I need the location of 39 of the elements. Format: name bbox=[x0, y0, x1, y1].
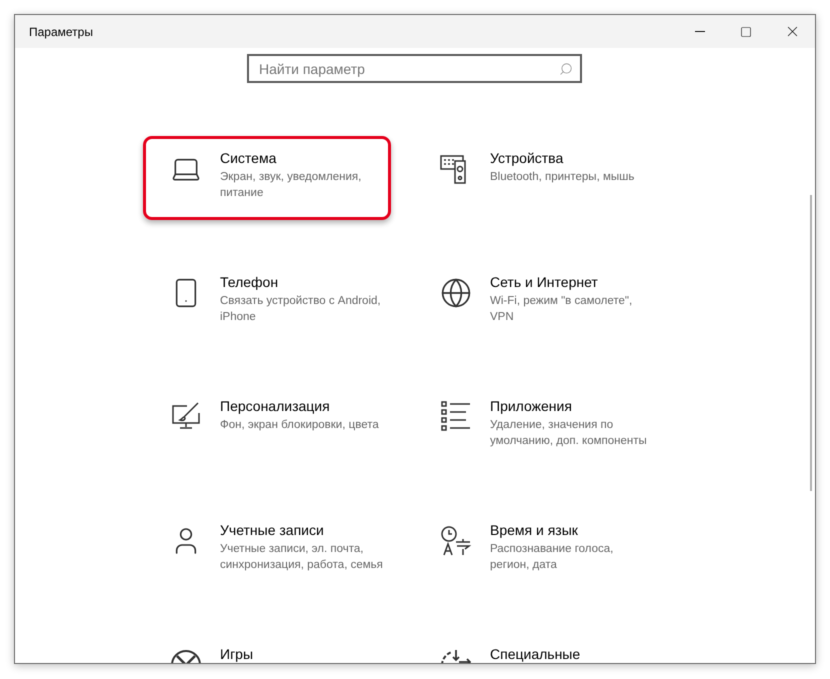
settings-category[interactable]: Персонализация Фон, экран блокировки, цвета bbox=[143, 384, 391, 468]
category-title: Время и язык bbox=[490, 522, 579, 538]
search-field[interactable]: Найти параметр bbox=[247, 54, 582, 83]
monitor-brush-icon bbox=[171, 401, 201, 431]
category-description: Wi-Fi, режим "в самолете", VPN bbox=[490, 294, 634, 325]
settings-category[interactable]: Время и язык Распознавание голоса, регион, дата bbox=[413, 508, 661, 592]
category-title: Специальные bbox=[490, 646, 582, 662]
settings-category[interactable]: Приложения Удаление, значения по умолчанию, доп. компоненты bbox=[413, 384, 661, 468]
category-title: Учетные записи bbox=[220, 522, 325, 538]
category-description: Фон, экран блокировки, цвета bbox=[220, 418, 380, 433]
category-title: Система bbox=[220, 150, 278, 166]
settings-category[interactable]: Система Экран, звук, уведомления, питание bbox=[143, 136, 391, 220]
category-title: Устройства bbox=[490, 150, 564, 166]
category-title: Персонализация bbox=[220, 398, 331, 414]
category-description: Удаление, значения по умолчанию, доп. компоненты bbox=[490, 418, 648, 449]
globe-icon bbox=[440, 277, 472, 309]
category-description: Связать устройство с Android, iPhone bbox=[220, 294, 382, 325]
category-title: Игры bbox=[220, 646, 254, 662]
dashed-circle-arrow-icon bbox=[441, 649, 471, 663]
maximize-icon bbox=[740, 26, 752, 38]
category-title: Приложения bbox=[490, 398, 573, 414]
settings-category[interactable]: Учетные записи Учетные записи, эл. почта, синхронизация, работа, семья bbox=[143, 508, 391, 592]
settings-category[interactable]: Сеть и Интернет Wi-Fi, режим "в самолете", VPN bbox=[413, 260, 661, 344]
minimize-icon bbox=[695, 31, 705, 32]
category-description: Учетные записи, эл. почта, синхронизация, работа, семья bbox=[220, 542, 384, 573]
category-description: Bluetooth, принтеры, мышь bbox=[490, 170, 636, 185]
list-icon bbox=[441, 401, 471, 431]
clock-letters-icon bbox=[440, 525, 472, 557]
settings-category[interactable]: Специальные bbox=[413, 632, 661, 663]
window-title: Параметры bbox=[28, 24, 94, 38]
settings-category[interactable]: Игры bbox=[143, 632, 391, 663]
category-description: Распознавание голоса, регион, дата bbox=[490, 542, 614, 573]
search-icon bbox=[559, 62, 573, 76]
category-description: Экран, звук, уведомления, питание bbox=[220, 170, 362, 201]
category-title: Телефон bbox=[220, 274, 280, 290]
settings-category[interactable]: Телефон Связать устройство с Android, iPhone bbox=[143, 260, 391, 344]
settings-category[interactable]: Устройства Bluetooth, принтеры, мышь bbox=[413, 136, 661, 220]
category-title: Сеть и Интернет bbox=[490, 274, 599, 290]
scrollbar[interactable] bbox=[810, 195, 812, 491]
